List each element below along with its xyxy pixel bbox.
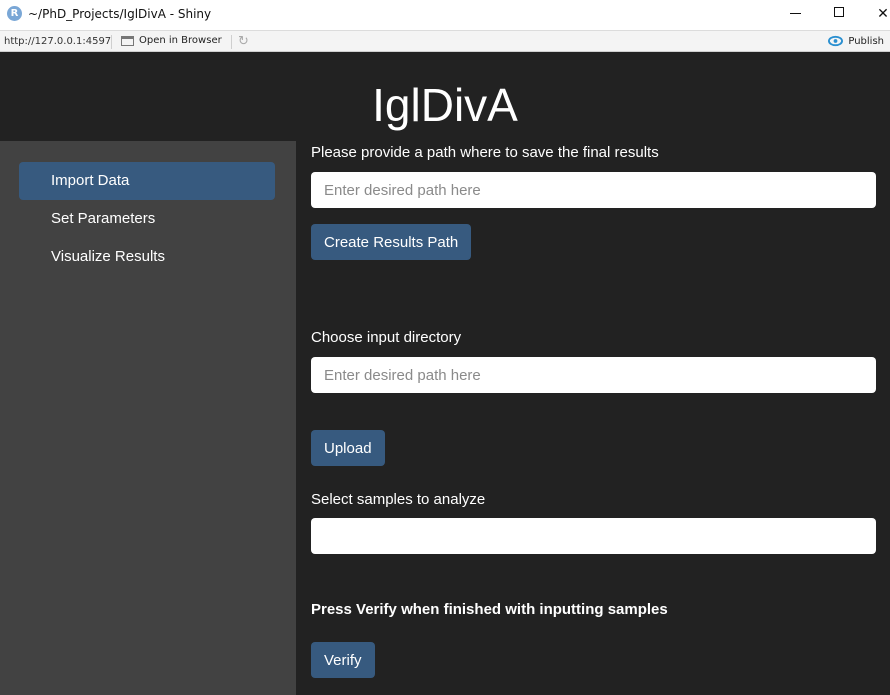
results-path-label: Please provide a path where to save the … (311, 144, 659, 161)
publish-label: Publish (848, 35, 884, 47)
publish-icon (828, 35, 844, 47)
sidebar-item-import-data[interactable]: Import Data (19, 162, 275, 200)
maximize-button[interactable] (816, 0, 862, 28)
select-samples-input[interactable] (311, 518, 876, 554)
url-text: http://127.0.0.1:4597 (4, 36, 112, 47)
maximize-icon (834, 7, 844, 17)
verify-button[interactable]: Verify (311, 642, 375, 678)
browser-icon (121, 35, 134, 46)
close-icon: ✕ (877, 6, 889, 22)
select-samples-label: Select samples to analyze (311, 491, 486, 508)
create-results-path-button[interactable]: Create Results Path (311, 224, 472, 260)
sidebar-item-visualize-results[interactable]: Visualize Results (19, 238, 275, 276)
app-title: IglDivA (372, 79, 518, 131)
input-directory-input[interactable] (311, 357, 876, 393)
refresh-icon[interactable]: ↻ (238, 34, 249, 49)
toolbar-divider (231, 35, 232, 49)
sidebar-item-set-parameters[interactable]: Set Parameters (19, 200, 275, 238)
window-title: ~/PhD_Projects/IglDivA - Shiny (28, 7, 212, 21)
rstudio-icon: R (7, 6, 22, 21)
minimize-icon (790, 13, 801, 14)
shiny-app: IglDivA Import Data Set Parameters Visua… (0, 52, 890, 695)
input-directory-label: Choose input directory (311, 329, 462, 346)
window-titlebar: R ~/PhD_Projects/IglDivA - Shiny ✕ (0, 0, 890, 30)
verify-instruction: Press Verify when finished with inputtin… (311, 601, 668, 618)
sidebar: Import Data Set Parameters Visualize Res… (0, 141, 296, 695)
results-path-input[interactable] (311, 172, 876, 208)
minimize-button[interactable] (772, 0, 818, 28)
open-in-browser-button[interactable]: Open in Browser (121, 35, 222, 46)
toolbar-divider (111, 35, 112, 49)
publish-button[interactable]: Publish (828, 35, 884, 47)
open-in-browser-label: Open in Browser (139, 35, 222, 46)
viewer-toolbar: http://127.0.0.1:4597 Open in Browser ↻ … (0, 30, 890, 52)
close-button[interactable]: ✕ (860, 0, 890, 28)
upload-button[interactable]: Upload (311, 430, 385, 466)
